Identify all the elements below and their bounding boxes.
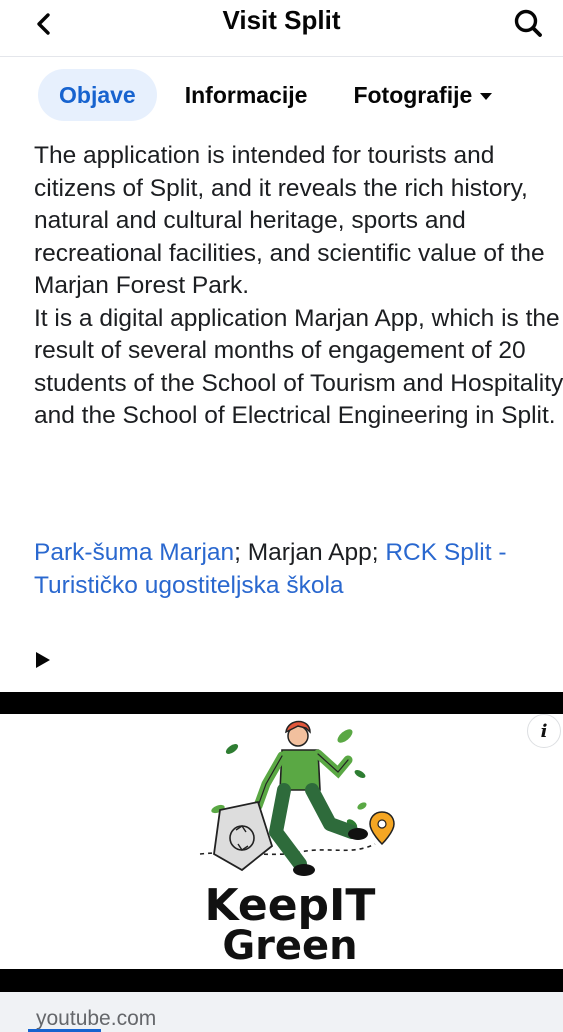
video-preview[interactable]: KeepIT Green i <box>0 692 563 992</box>
post-paragraph: The application is intended for tourists… <box>34 142 545 299</box>
keep-it-green-illustration: KeepIT Green <box>199 720 395 969</box>
tab-objave[interactable]: Objave <box>38 69 157 121</box>
post-description: The application is intended for tourists… <box>34 140 563 433</box>
tab-label: Objave <box>59 81 136 108</box>
chevron-left-icon[interactable] <box>28 6 64 42</box>
source-domain: youtube.com <box>36 1007 157 1030</box>
caret-down-icon <box>480 92 493 100</box>
tag-link-park-suma-marjan[interactable]: Park-šuma Marjan <box>34 539 234 566</box>
page-title: Visit Split <box>222 5 341 35</box>
tab-label: Informacije <box>184 81 308 108</box>
video-letterbox-bottom <box>0 969 563 992</box>
tab-label: Fotografije <box>353 81 473 108</box>
info-button[interactable]: i <box>527 714 561 748</box>
tab-fotografije[interactable]: Fotografije <box>353 81 493 109</box>
post-tags: Park-šuma Marjan; Marjan App; RCK Split … <box>34 537 554 602</box>
video-letterbox-top <box>0 692 563 714</box>
search-icon[interactable] <box>509 4 549 44</box>
logo-line-2: Green <box>222 923 357 969</box>
tab-informacije[interactable]: Informacije <box>185 82 308 109</box>
tag-separator: ; Marjan App; <box>234 539 386 566</box>
header-divider <box>0 56 563 57</box>
play-icon[interactable] <box>36 652 50 668</box>
link-source-bar[interactable]: youtube.com <box>0 992 563 1032</box>
top-bar: Visit Split <box>0 0 563 48</box>
tab-bar: Objave Informacije Fotografije <box>38 69 493 121</box>
post-paragraph: It is a digital application Marjan App, … <box>34 304 563 430</box>
